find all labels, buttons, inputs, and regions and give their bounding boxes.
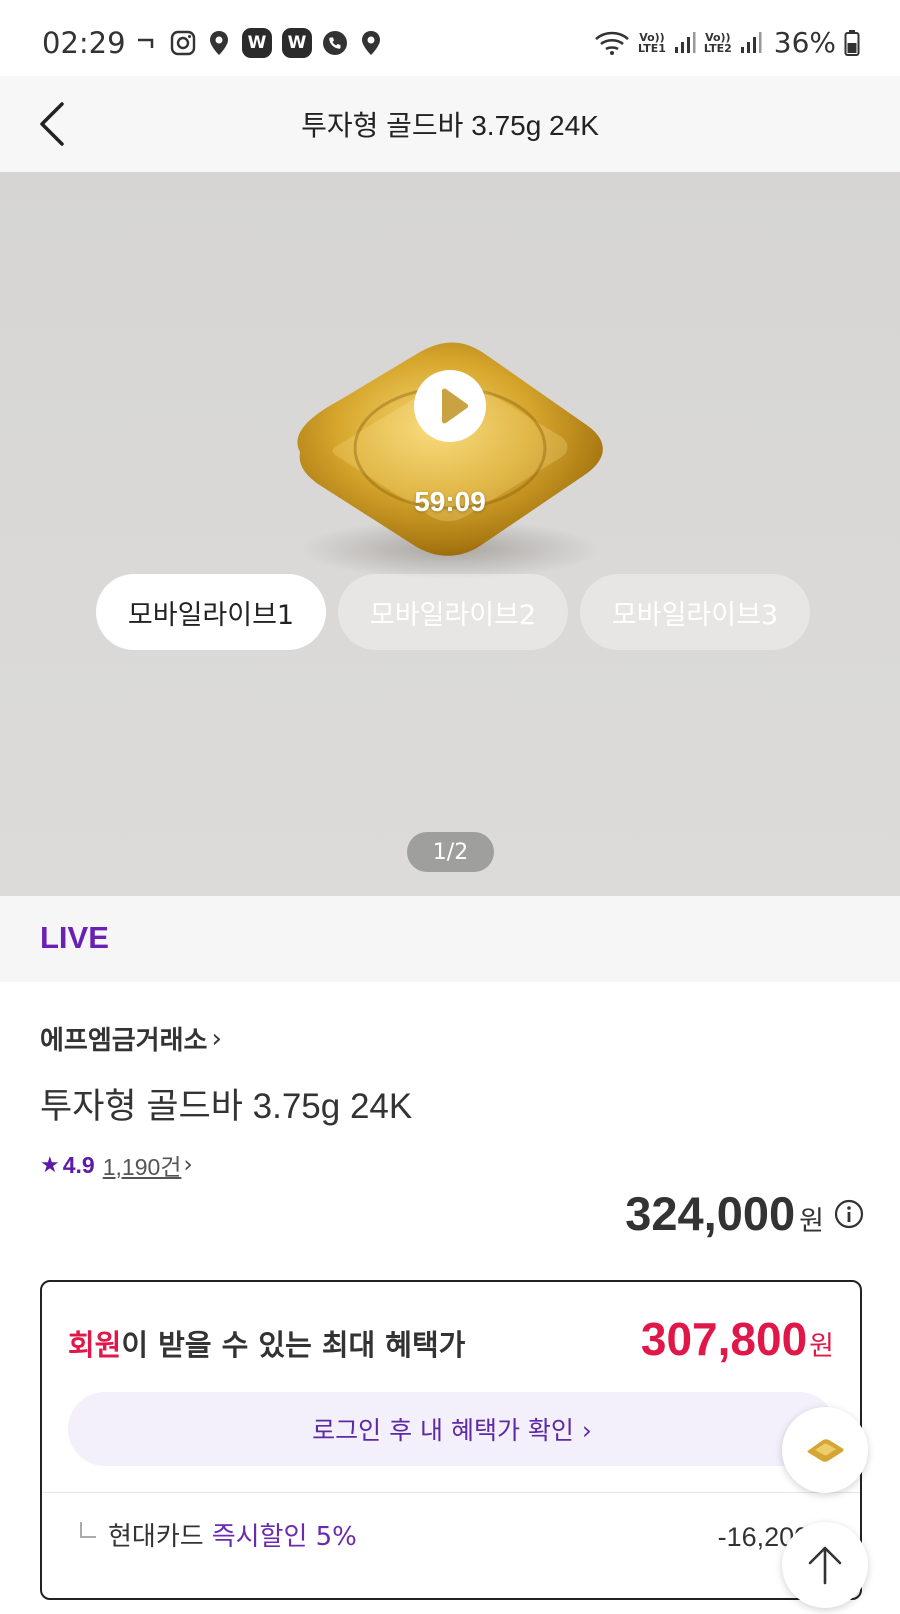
info-icon[interactable] bbox=[834, 1199, 864, 1229]
carousel-page-indicator: 1/2 bbox=[407, 832, 494, 872]
live-stream-tabs: 모바일라이브1 모바일라이브2 모바일라이브3 bbox=[96, 574, 810, 650]
phone-icon bbox=[322, 30, 348, 56]
status-notification-icons: W W bbox=[134, 28, 384, 58]
w-app-icon: W bbox=[282, 28, 312, 58]
lte1-volte-label: Vo)) bbox=[639, 30, 665, 44]
benefit-price: 307,800 bbox=[640, 1313, 808, 1365]
lte2-label: LTE2 bbox=[703, 41, 732, 55]
location-icon bbox=[206, 30, 232, 56]
location-icon bbox=[358, 30, 384, 56]
w-app-icon: W bbox=[242, 28, 272, 58]
battery-percent: 36% bbox=[773, 26, 836, 59]
status-bar: 02:29 W W Vo)) LTE1 Vo)) LTE2 36% bbox=[0, 0, 900, 76]
live-label: LIVE bbox=[40, 920, 109, 955]
review-count-link[interactable]: 1,190건 bbox=[103, 1148, 182, 1182]
lte1-label: LTE1 bbox=[638, 41, 666, 55]
scroll-to-top-button[interactable] bbox=[782, 1522, 868, 1608]
battery-icon bbox=[844, 29, 860, 56]
seller-link[interactable]: 에프엠금거래소 › bbox=[40, 1020, 222, 1057]
status-time: 02:29 bbox=[42, 26, 126, 60]
tab-mobile-live-1[interactable]: 모바일라이브1 bbox=[96, 574, 326, 650]
wifi-icon bbox=[594, 30, 630, 56]
card-name: 현대카드 bbox=[108, 1521, 204, 1552]
gold-bar-thumbnail-icon bbox=[807, 1439, 844, 1462]
price-row: 324,000 원 bbox=[625, 1186, 864, 1241]
tab-mobile-live-3[interactable]: 모바일라이브3 bbox=[580, 574, 810, 650]
benefit-price-row: 307,800 원 bbox=[641, 1312, 834, 1366]
star-icon: ★ bbox=[40, 1152, 60, 1178]
lte1-indicator: Vo)) LTE1 bbox=[638, 32, 666, 54]
lte2-volte-label: Vo)) bbox=[705, 30, 731, 44]
benefit-title: 회원이 받을 수 있는 최대 혜택가 bbox=[68, 1322, 465, 1364]
top-navigation-bar: 투자형 골드바 3.75g 24K bbox=[0, 76, 900, 172]
chevron-right-icon: › bbox=[211, 1023, 222, 1054]
seller-name: 에프엠금거래소 bbox=[40, 1026, 208, 1056]
status-system-icons: Vo)) LTE1 Vo)) LTE2 36% bbox=[594, 26, 860, 59]
product-name: 투자형 골드바 3.75g 24K bbox=[40, 1087, 413, 1126]
product-media-carousel[interactable]: 59:09 모바일라이브1 모바일라이브2 모바일라이브3 1/2 bbox=[0, 172, 900, 896]
dash-icon bbox=[134, 30, 160, 56]
arrow-up-icon bbox=[808, 1546, 842, 1585]
chevron-right-icon: › bbox=[183, 1152, 193, 1178]
benefit-title-accent: 회원 bbox=[68, 1328, 122, 1362]
indent-marker bbox=[80, 1522, 96, 1538]
rating-row: ★ 4.9 1,190건 › bbox=[40, 1148, 193, 1182]
signal-icon bbox=[740, 30, 762, 56]
member-benefit-box: 회원이 받을 수 있는 최대 혜택가 307,800 원 로그인 후 내 혜택가… bbox=[40, 1280, 862, 1600]
tab-mobile-live-2[interactable]: 모바일라이브2 bbox=[338, 574, 568, 650]
price-unit: 원 bbox=[799, 1206, 824, 1237]
divider bbox=[42, 1492, 860, 1493]
card-discount-detail: 즉시할인 5% bbox=[211, 1521, 357, 1552]
card-discount-row: 현대카드 즉시할인 5% -16,200원 bbox=[80, 1514, 834, 1554]
live-section: LIVE bbox=[0, 896, 900, 982]
product-price: 324,000 bbox=[625, 1187, 796, 1240]
lte2-indicator: Vo)) LTE2 bbox=[704, 32, 732, 54]
rating-value: 4.9 bbox=[62, 1151, 95, 1178]
play-button[interactable] bbox=[412, 368, 488, 444]
login-check-benefit-button[interactable]: 로그인 후 내 혜택가 확인 › bbox=[68, 1392, 836, 1466]
page-title: 투자형 골드바 3.75g 24K bbox=[301, 110, 599, 141]
benefit-title-text: 이 받을 수 있는 최대 혜택가 bbox=[121, 1328, 466, 1362]
benefit-price-unit: 원 bbox=[809, 1331, 834, 1362]
signal-icon bbox=[674, 30, 696, 56]
instagram-icon bbox=[170, 30, 196, 56]
play-icon bbox=[414, 370, 486, 442]
video-duration: 59:09 bbox=[414, 486, 486, 517]
floating-product-thumbnail-button[interactable] bbox=[782, 1407, 868, 1493]
